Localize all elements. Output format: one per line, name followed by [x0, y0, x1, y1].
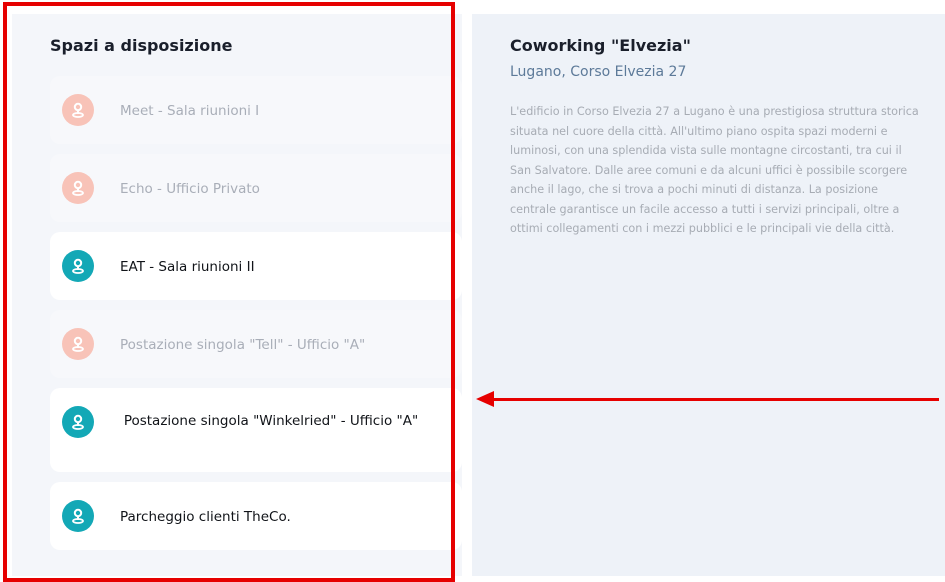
space-label: Meet - Sala riunioni I	[120, 103, 260, 119]
location-pin-icon	[62, 250, 94, 282]
detail-title: Coworking "Elvezia"	[510, 36, 691, 55]
spaces-panel: Spazi a disposizione Meet - Sala riunion…	[12, 14, 462, 576]
detail-subtitle: Lugano, Corso Elvezia 27	[510, 64, 687, 80]
location-pin-icon	[62, 406, 94, 438]
detail-panel: Coworking "Elvezia" Lugano, Corso Elvezi…	[472, 14, 945, 576]
annotation-arrow-line	[492, 398, 939, 401]
space-card-meet[interactable]: Meet - Sala riunioni I	[50, 76, 462, 144]
spaces-title: Spazi a disposizione	[50, 36, 233, 55]
space-label: Postazione singola "Tell" - Ufficio "A"	[120, 337, 366, 353]
location-pin-icon	[62, 328, 94, 360]
space-card-winkelried[interactable]: Postazione singola "Winkelried" - Uffici…	[50, 388, 462, 472]
location-pin-icon	[62, 94, 94, 126]
detail-description: L'edificio in Corso Elvezia 27 a Lugano …	[510, 105, 919, 235]
space-label: Echo - Ufficio Privato	[120, 181, 260, 197]
space-label: Parcheggio clienti TheCo.	[120, 509, 291, 525]
location-pin-icon	[62, 500, 94, 532]
space-label: Postazione singola "Winkelried" - Uffici…	[123, 413, 419, 429]
space-label: EAT - Sala riunioni II	[120, 259, 255, 275]
location-pin-icon	[62, 172, 94, 204]
space-card-echo[interactable]: Echo - Ufficio Privato	[50, 154, 462, 222]
space-card-eat[interactable]: EAT - Sala riunioni II	[50, 232, 462, 300]
annotation-arrow-head	[476, 391, 494, 407]
space-card-tell[interactable]: Postazione singola "Tell" - Ufficio "A"	[50, 310, 462, 378]
space-card-parking[interactable]: Parcheggio clienti TheCo.	[50, 482, 462, 550]
